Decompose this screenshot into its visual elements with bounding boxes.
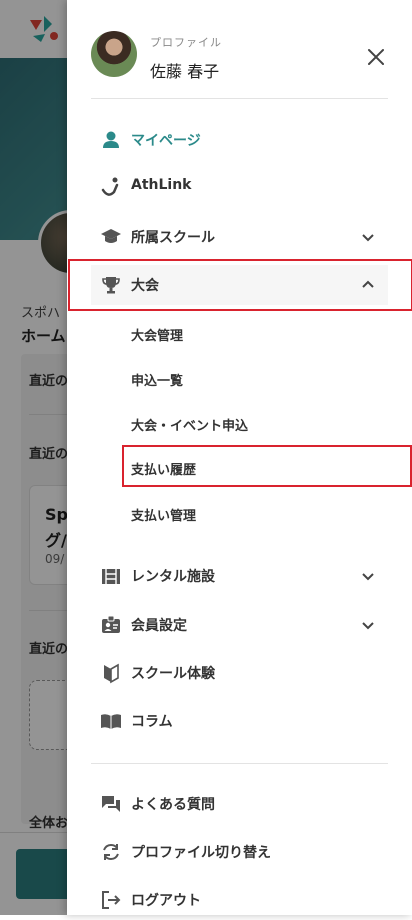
profile-caption: プロファイル — [150, 36, 222, 49]
id-badge-icon — [100, 614, 122, 636]
profile-header[interactable]: プロファイル 佐藤 春子 — [91, 31, 391, 81]
graduation-cap-icon — [100, 226, 122, 248]
chevron-down-icon — [362, 622, 374, 630]
profile-name: 佐藤 春子 — [150, 62, 220, 81]
chevron-down-icon — [362, 234, 374, 242]
chevron-down-icon — [362, 573, 374, 581]
menu-item-label: プロファイル切り替え — [131, 845, 271, 861]
submenu-item-tournament-management[interactable]: 大会管理 — [131, 325, 183, 344]
menu-item-switch-profile[interactable]: プロファイル切り替え — [91, 832, 388, 872]
menu-item-label: 所属スクール — [131, 230, 215, 246]
menu-item-member-settings[interactable]: 会員設定 — [91, 605, 388, 645]
athlink-icon — [100, 176, 122, 198]
switch-icon — [100, 841, 122, 863]
stadium-icon — [100, 565, 122, 587]
chat-icon — [100, 793, 122, 815]
trophy-icon — [100, 274, 122, 296]
navigation-drawer: プロファイル 佐藤 春子 マイページ AthLink 所属スクール 大会 大会管… — [67, 0, 412, 915]
chevron-up-icon — [362, 280, 374, 288]
menu-item-tournament[interactable]: 大会 — [91, 265, 388, 305]
menu-item-label: マイページ — [131, 133, 201, 149]
person-icon — [100, 129, 122, 151]
menu-item-label: コラム — [131, 714, 173, 730]
menu-item-rental-facility[interactable]: レンタル施設 — [91, 556, 388, 596]
beginner-mark-icon — [100, 662, 122, 684]
menu-item-label: 会員設定 — [131, 618, 187, 634]
close-icon — [368, 49, 384, 65]
submenu-item-event-application[interactable]: 大会・イベント申込 — [131, 415, 248, 434]
divider — [91, 763, 388, 764]
submenu-item-payment-history[interactable]: 支払い履歴 — [131, 459, 196, 478]
menu-item-label: 大会 — [131, 278, 159, 294]
logout-icon — [100, 889, 122, 911]
submenu-item-payment-management[interactable]: 支払い管理 — [131, 505, 196, 524]
menu-item-faq[interactable]: よくある質問 — [91, 784, 388, 824]
submenu-item-application-list[interactable]: 申込一覧 — [131, 370, 183, 389]
divider — [91, 98, 388, 99]
menu-item-column[interactable]: コラム — [91, 701, 388, 741]
profile-avatar — [91, 31, 137, 77]
open-book-icon — [100, 710, 122, 732]
menu-item-label: レンタル施設 — [131, 569, 215, 585]
menu-item-mypage[interactable]: マイページ — [91, 120, 388, 160]
menu-item-athlink[interactable]: AthLink — [91, 167, 388, 207]
menu-item-label: AthLink — [131, 177, 192, 193]
menu-item-label: よくある質問 — [131, 797, 215, 813]
menu-item-school[interactable]: 所属スクール — [91, 217, 388, 257]
menu-item-logout[interactable]: ログアウト — [91, 880, 388, 920]
close-button[interactable] — [363, 44, 389, 70]
menu-item-school-trial[interactable]: スクール体験 — [91, 653, 388, 693]
menu-item-label: ログアウト — [131, 893, 201, 909]
menu-item-label: スクール体験 — [131, 666, 215, 682]
